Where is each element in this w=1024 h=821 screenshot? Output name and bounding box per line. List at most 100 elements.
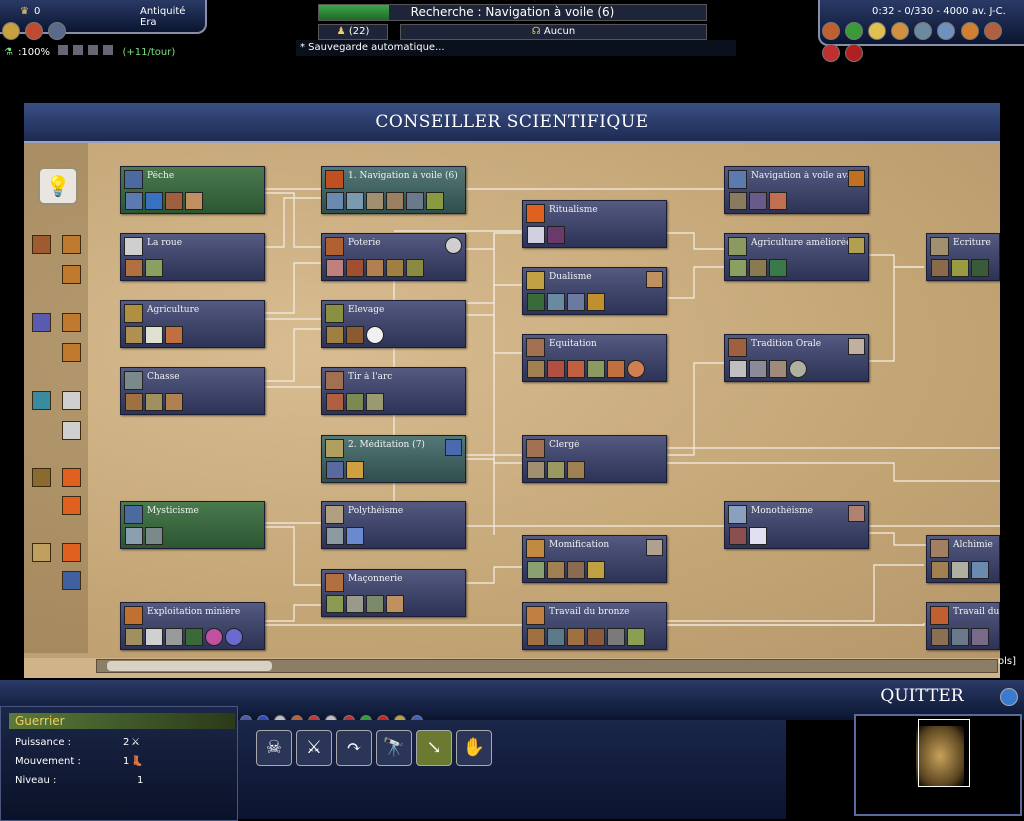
tech-meditation[interactable]: 2. Méditation (7) xyxy=(321,435,466,483)
window-title: CONSEILLER SCIENTIFIQUE xyxy=(24,103,1000,143)
domestic-advisor-icon[interactable] xyxy=(2,22,20,40)
unlock-icon xyxy=(145,393,163,411)
explore-button[interactable]: 🔭 xyxy=(376,730,412,766)
unlock-icon xyxy=(326,461,344,479)
rate-plus-button[interactable] xyxy=(58,45,69,55)
tech-polytheisme[interactable]: Polythéisme xyxy=(321,501,466,549)
unlock-icon xyxy=(749,192,767,210)
statue-icon xyxy=(325,505,344,524)
tech-travail-du[interactable]: Travail du xyxy=(926,602,1000,650)
unlock-icon xyxy=(527,226,545,244)
tech-mysticisme[interactable]: Mysticisme xyxy=(120,501,265,549)
unlock-icon xyxy=(749,259,767,277)
menu-button-icon[interactable] xyxy=(845,44,864,62)
scrollbar-thumb[interactable] xyxy=(107,661,272,671)
unlock-icon xyxy=(547,561,565,579)
info-button-icon[interactable] xyxy=(822,44,840,62)
tech-tree-canvas[interactable]: 💡 Pêche 1. Navigation à voile (6) Naviga… xyxy=(24,143,1000,658)
tech-ecriture[interactable]: Ecriture xyxy=(926,233,1000,281)
unlock-icon xyxy=(145,192,163,210)
tech-elevage[interactable]: Elevage xyxy=(321,300,466,348)
tech-agriculture[interactable]: Agriculture xyxy=(120,300,265,348)
mysticism-icon xyxy=(124,505,143,524)
unlock-icon xyxy=(789,360,807,378)
pharaoh-icon xyxy=(526,271,545,290)
tech-agriculture-amelioree[interactable]: Agriculture améliorée xyxy=(724,233,869,281)
military-button-icon[interactable] xyxy=(914,22,933,40)
ritual-icon xyxy=(526,204,545,223)
unlock-icon xyxy=(165,326,183,344)
tech-tir-arc[interactable]: Tir à l'arc xyxy=(321,367,466,415)
foreign-button-icon[interactable] xyxy=(891,22,910,40)
tech-maconnerie[interactable]: Maçonnerie xyxy=(321,569,466,617)
unlock-icon xyxy=(567,461,585,479)
unlock-icon xyxy=(145,326,163,344)
quit-button[interactable]: QUITTER xyxy=(868,682,976,710)
tech-alchimie[interactable]: Alchimie xyxy=(926,535,1000,583)
tech-navigation-avancee[interactable]: Navigation à voile avancée xyxy=(724,166,869,214)
tech-name: Alchimie xyxy=(953,540,993,550)
unlock-icon xyxy=(386,192,404,210)
research-progress-bar[interactable]: Recherche : Navigation à voile (6) xyxy=(318,4,707,21)
rate-plus10-button[interactable] xyxy=(73,45,84,55)
unlock-icon xyxy=(326,326,344,344)
unlock-icon xyxy=(125,393,143,411)
finance-button-icon[interactable] xyxy=(845,22,864,40)
tech-clerge[interactable]: Clergé xyxy=(522,435,667,483)
tech-name: Mysticisme xyxy=(147,506,199,516)
radiation-icon xyxy=(366,326,384,344)
finance-advisor-icon[interactable] xyxy=(48,22,67,40)
unit-name: Guerrier xyxy=(9,713,235,729)
great-people-count: (22) xyxy=(348,26,370,37)
tech-travail-bronze[interactable]: Travail du bronze xyxy=(522,602,667,650)
unlock-icon xyxy=(931,259,949,277)
tech-exploitation-miniere[interactable]: Exploitation minière xyxy=(120,602,265,650)
globe-icon[interactable] xyxy=(1000,688,1018,706)
flame-badge-icon xyxy=(848,170,865,187)
tech-button-icon[interactable] xyxy=(937,22,956,40)
level-label: Niveau : xyxy=(15,775,57,786)
military-advisor-icon[interactable] xyxy=(25,22,44,40)
tech-roue[interactable]: La roue xyxy=(120,233,265,281)
skip-turn-button[interactable]: ↷ xyxy=(336,730,372,766)
unlock-icon xyxy=(125,527,143,545)
delete-unit-button[interactable]: ☠ xyxy=(256,730,292,766)
boot-icon: 👢 xyxy=(131,756,144,767)
tech-peche[interactable]: Pêche xyxy=(120,166,265,214)
sail-icon xyxy=(325,170,344,189)
minimap-viewport[interactable] xyxy=(918,719,970,787)
research-label: Recherche : Navigation à voile (6) xyxy=(410,5,615,19)
rate-minus10-button[interactable] xyxy=(103,45,114,55)
unlock-icon xyxy=(567,360,585,378)
tech-poterie[interactable]: Poterie xyxy=(321,233,466,281)
rate-minus-button[interactable] xyxy=(88,45,99,55)
horizontal-scrollbar[interactable] xyxy=(96,659,998,673)
unlock-icon xyxy=(729,192,747,210)
move-label: Mouvement : xyxy=(15,756,81,767)
tech-dualisme[interactable]: Dualisme xyxy=(522,267,667,315)
religion-button-icon[interactable] xyxy=(960,22,979,40)
tech-name: La roue xyxy=(147,238,183,248)
religion-indicator: ☊ Aucun xyxy=(400,24,707,40)
domestic-button-icon[interactable] xyxy=(822,22,840,40)
move-to-button[interactable]: ↘ xyxy=(416,730,452,766)
unlock-icon xyxy=(547,226,565,244)
civics-button-icon[interactable] xyxy=(868,22,887,40)
era-label: Antiquité Era xyxy=(140,6,186,28)
victory-button-icon[interactable] xyxy=(983,22,1002,40)
unlock-icon xyxy=(426,192,444,210)
tech-equitation[interactable]: Equitation xyxy=(522,334,667,382)
unlock-icon xyxy=(346,595,364,613)
tech-monotheisme[interactable]: Monothéisme xyxy=(724,501,869,549)
tech-ritualisme[interactable]: Ritualisme xyxy=(522,200,667,248)
fortify-button[interactable]: ✋ xyxy=(456,730,492,766)
no-attack-button[interactable]: ⚔ xyxy=(296,730,332,766)
scroll-icon xyxy=(930,237,949,256)
tech-chasse[interactable]: Chasse xyxy=(120,367,265,415)
advisor-buttons xyxy=(822,22,1024,66)
tech-navigation[interactable]: 1. Navigation à voile (6) xyxy=(321,166,466,214)
minimap[interactable] xyxy=(854,714,1022,816)
tech-tradition-orale[interactable]: Tradition Orale xyxy=(724,334,869,382)
science-per-turn: (+11/tour) xyxy=(122,47,176,58)
tech-momification[interactable]: Momification xyxy=(522,535,667,583)
